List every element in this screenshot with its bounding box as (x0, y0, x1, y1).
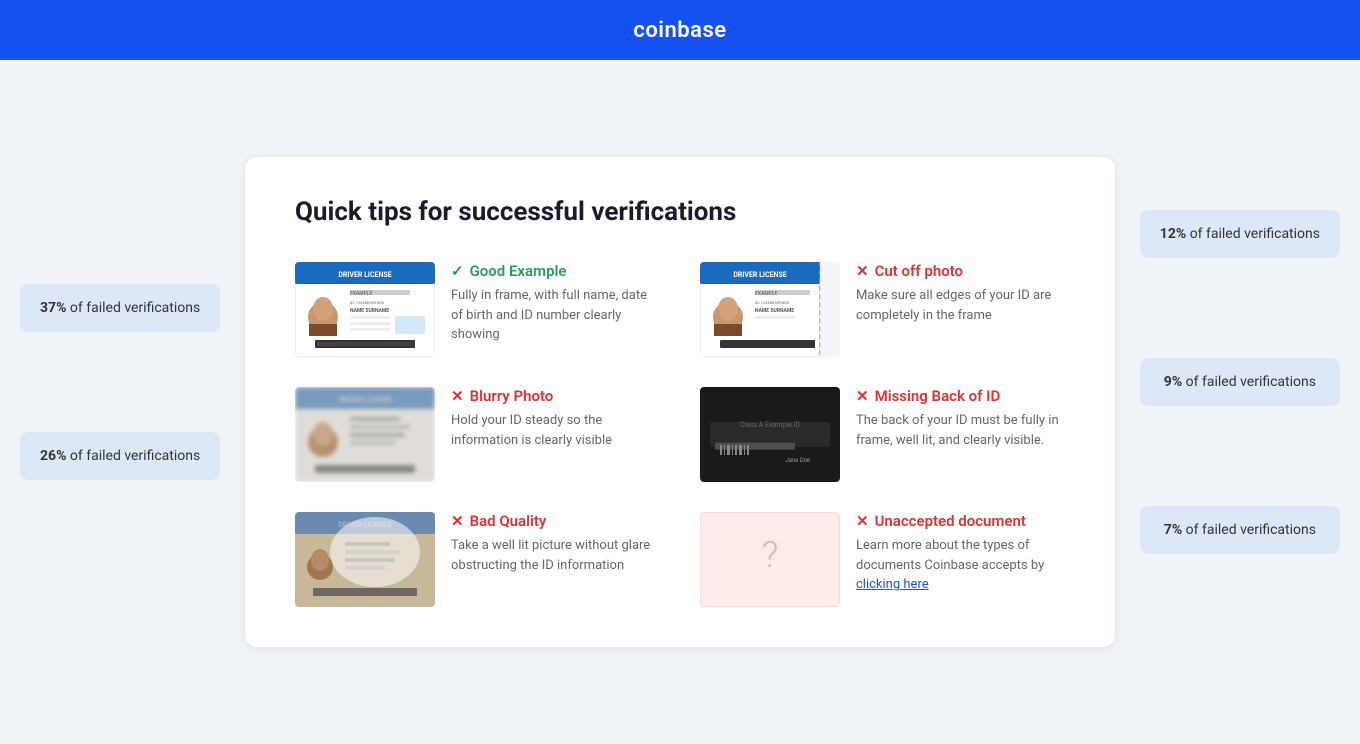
cutoff-title: Cut off photo (875, 262, 963, 280)
left-badge-2-label: of failed verifications (70, 448, 200, 464)
svg-text:EXAMPLE: EXAMPLE (755, 291, 777, 297)
bad-quality-desc: Take a well lit picture without glare ob… (451, 536, 660, 575)
tips-grid: DRIVER LICENSE EXAMPLE ID: 123456789-005… (295, 262, 1065, 607)
svg-text:EXAMPLE: EXAMPLE (350, 291, 372, 297)
left-badge-1-label: of failed verifications (70, 300, 200, 316)
page-content: 37% of failed verifications 26% of faile… (0, 60, 1360, 744)
svg-text:ID: 123456789-005: ID: 123456789-005 (755, 300, 790, 305)
card-title: Quick tips for successful verifications (295, 197, 1065, 227)
left-badge-2: 26% of failed verifications (20, 432, 220, 480)
cutoff-content: ✕ Cut off photo Make sure all edges of y… (856, 262, 1065, 325)
blurry-title: Blurry Photo (470, 387, 554, 405)
good-example-content: ✓ Good Example Fully in frame, with full… (451, 262, 660, 345)
right-badge-2: 9% of failed verifications (1140, 358, 1340, 406)
cutoff-label: ✕ Cut off photo (856, 262, 1065, 280)
good-example-desc: Fully in frame, with full name, date of … (451, 286, 660, 345)
right-badge-3-percent: 7% (1164, 522, 1182, 538)
app-header: coinbase (0, 0, 1360, 60)
svg-text:Class A Example ID: Class A Example ID (740, 421, 801, 429)
missing-back-label: ✕ Missing Back of ID (856, 387, 1065, 405)
unaccepted-title: Unaccepted document (875, 512, 1026, 530)
tip-blurry: DRIVER LICENSE ✕ Blurry Photo (295, 387, 660, 482)
bad-quality-label: ✕ Bad Quality (451, 512, 660, 530)
check-icon: ✓ (451, 262, 464, 280)
blurry-content: ✕ Blurry Photo Hold your ID steady so th… (451, 387, 660, 450)
right-badge-1-label: of failed verifications (1190, 226, 1320, 242)
left-badges: 37% of failed verifications 26% of faile… (20, 284, 220, 480)
missing-back-desc: The back of your ID must be fully in fra… (856, 411, 1065, 450)
cutoff-desc: Make sure all edges of your ID are compl… (856, 286, 1065, 325)
right-badge-3-label: of failed verifications (1186, 522, 1316, 538)
right-badge-2-percent: 9% (1164, 374, 1182, 390)
unaccepted-label: ✕ Unaccepted document (856, 512, 1065, 530)
right-badge-1-percent: 12% (1160, 226, 1186, 242)
main-card: Quick tips for successful verifications … (245, 157, 1115, 647)
svg-text:Jane Doe: Jane Doe (786, 457, 810, 464)
x-icon-unaccepted: ✕ (856, 512, 869, 530)
svg-text:DRIVER LICENSE: DRIVER LICENSE (338, 271, 391, 279)
svg-text:NAME SURNAME: NAME SURNAME (755, 308, 794, 314)
x-icon-bad-quality: ✕ (451, 512, 464, 530)
good-example-image: DRIVER LICENSE EXAMPLE ID: 123456789-005… (295, 262, 435, 357)
x-icon-missing-back: ✕ (856, 387, 869, 405)
cutoff-image: DRIVER LICENSE EXAMPLE ID: 123456789-005… (700, 262, 840, 357)
coinbase-logo: coinbase (633, 18, 726, 43)
tip-missing-back: Class A Example ID Jane Doe ✕ Missing Ba… (700, 387, 1065, 482)
good-example-label: ✓ Good Example (451, 262, 660, 280)
tip-cutoff: DRIVER LICENSE EXAMPLE ID: 123456789-005… (700, 262, 1065, 357)
good-example-title: Good Example (470, 262, 567, 280)
svg-text:DRIVER LICENSE: DRIVER LICENSE (338, 396, 391, 404)
right-badges: 12% of failed verifications 9% of failed… (1140, 210, 1340, 554)
unaccepted-content: ✕ Unaccepted document Learn more about t… (856, 512, 1065, 595)
bad-quality-content: ✕ Bad Quality Take a well lit picture wi… (451, 512, 660, 575)
left-badge-1: 37% of failed verifications (20, 284, 220, 332)
svg-text:NAME SURNAME: NAME SURNAME (350, 308, 389, 314)
blurry-image: DRIVER LICENSE (295, 387, 435, 482)
right-badge-3: 7% of failed verifications (1140, 506, 1340, 554)
blurry-desc: Hold your ID steady so the information i… (451, 411, 660, 450)
missing-back-image: Class A Example ID Jane Doe (700, 387, 840, 482)
clicking-here-link[interactable]: clicking here (856, 577, 929, 592)
unaccepted-image: ? (700, 512, 840, 607)
tip-bad-quality: DRIVER LICENSE ✕ Ba (295, 512, 660, 607)
svg-text:ID: 123456789-005: ID: 123456789-005 (350, 300, 385, 305)
x-icon-blurry: ✕ (451, 387, 464, 405)
right-badge-1: 12% of failed verifications (1140, 210, 1340, 258)
svg-text:?: ? (762, 534, 778, 576)
right-badge-2-label: of failed verifications (1186, 374, 1316, 390)
x-icon-cutoff: ✕ (856, 262, 869, 280)
bad-quality-image: DRIVER LICENSE (295, 512, 435, 607)
unaccepted-desc: Learn more about the types of documents … (856, 536, 1065, 595)
blurry-label: ✕ Blurry Photo (451, 387, 660, 405)
missing-back-title: Missing Back of ID (875, 387, 1001, 405)
tip-unaccepted: ? ✕ Unaccepted document Learn more about… (700, 512, 1065, 607)
svg-text:DRIVER LICENSE: DRIVER LICENSE (733, 271, 786, 279)
bad-quality-title: Bad Quality (470, 512, 547, 530)
left-badge-2-percent: 26% (40, 448, 66, 464)
left-badge-1-percent: 37% (40, 300, 66, 316)
tip-good-example: DRIVER LICENSE EXAMPLE ID: 123456789-005… (295, 262, 660, 357)
missing-back-content: ✕ Missing Back of ID The back of your ID… (856, 387, 1065, 450)
